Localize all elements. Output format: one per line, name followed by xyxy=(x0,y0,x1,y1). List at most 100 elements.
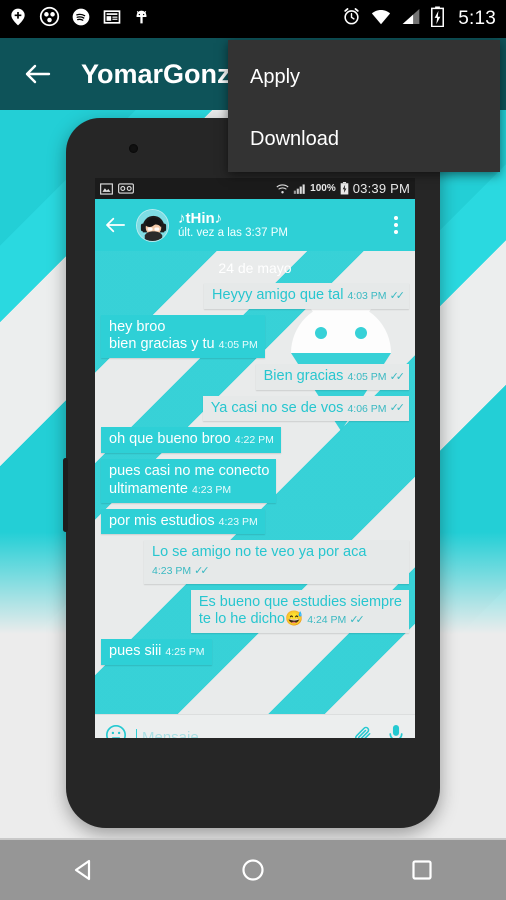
message-text: por mis estudios xyxy=(109,512,215,529)
preview-input-bar: Mensaje xyxy=(95,714,415,738)
message-meta: 4:24 PM ✓✓ xyxy=(307,613,365,627)
microphone-icon[interactable] xyxy=(387,724,405,738)
preview-overflow-button[interactable] xyxy=(389,216,407,234)
overflow-menu[interactable]: Apply Download xyxy=(228,40,500,172)
phone-camera-dot xyxy=(129,144,138,153)
menu-item-apply[interactable]: Apply xyxy=(228,46,500,108)
android-bug-icon xyxy=(133,7,150,32)
preview-contact-name: ♪tHin♪ xyxy=(178,209,223,227)
message-bubble[interactable]: Bien gracias 4:05 PM ✓✓ xyxy=(255,364,409,390)
message-time: 4:23 PM xyxy=(192,483,232,496)
message-meta: 4:23 PM xyxy=(192,484,231,497)
message-meta: 4:22 PM xyxy=(235,434,274,447)
avatar[interactable] xyxy=(136,208,169,242)
message-text: pues siii xyxy=(109,642,162,659)
message-bubble[interactable]: por mis estudios 4:23 PM xyxy=(101,508,265,535)
cellular-signal-icon xyxy=(293,183,305,194)
battery-charging-icon xyxy=(430,6,445,32)
battery-charging-icon xyxy=(340,182,349,195)
message-time: 4:06 PM xyxy=(347,402,387,415)
phone-mockup: 100% 03:39 PM ♪tHin♪ últ. vez a las 3:37… xyxy=(63,118,440,828)
message-meta: 4:23 PM ✓✓ xyxy=(152,564,210,578)
preview-battery-percent: 100% xyxy=(310,183,336,194)
preview-clock: 03:39 PM xyxy=(352,181,410,196)
system-icons: 5:13 xyxy=(342,6,496,32)
phone-screen: 100% 03:39 PM ♪tHin♪ últ. vez a las 3:37… xyxy=(95,178,415,738)
os-status-bar: 5:13 xyxy=(0,0,506,38)
wifi-icon xyxy=(276,183,289,193)
message-meta: 4:25 PM xyxy=(165,646,204,659)
preview-status-left-icons xyxy=(100,182,134,195)
preview-status-bar: 100% 03:39 PM xyxy=(95,178,415,199)
message-row[interactable]: Heyyy amigo que tal 4:03 PM ✓✓ xyxy=(101,283,409,309)
message-bubble[interactable]: Es bueno que estudies siempre te lo he d… xyxy=(190,589,409,633)
nav-back-button[interactable] xyxy=(62,848,106,892)
read-receipt-ticks-icon: ✓✓ xyxy=(389,370,406,383)
soccer-ball-icon xyxy=(39,6,60,32)
message-text: Ya casi no se de vos xyxy=(210,399,344,416)
menu-item-download[interactable]: Download xyxy=(228,108,500,170)
message-time: 4:03 PM xyxy=(347,290,387,302)
message-meta: 4:05 PM ✓✓ xyxy=(347,370,406,384)
message-bubble[interactable]: oh que bueno broo 4:22 PM xyxy=(101,427,281,454)
arrow-left-icon xyxy=(25,64,51,84)
spotify-icon xyxy=(71,7,91,32)
message-row[interactable]: Lo se amigo no te veo ya por aca 4:23 PM… xyxy=(101,540,409,584)
wifi-icon xyxy=(370,7,392,31)
message-bubble[interactable]: Heyyy amigo que tal 4:03 PM ✓✓ xyxy=(204,283,409,309)
message-time: 4:23 PM xyxy=(152,564,192,577)
message-bubble[interactable]: pues siii 4:25 PM xyxy=(101,638,212,665)
message-row[interactable]: Ya casi no se de vos 4:06 PM ✓✓ xyxy=(101,395,409,422)
nav-home-circle-icon xyxy=(242,859,264,881)
read-receipt-ticks-icon: ✓✓ xyxy=(349,613,365,626)
message-time: 4:24 PM xyxy=(307,614,347,627)
message-input[interactable]: Mensaje xyxy=(136,728,344,738)
message-meta: 4:05 PM xyxy=(219,339,258,352)
status-bar-clock: 5:13 xyxy=(458,8,496,29)
message-time: 4:05 PM xyxy=(347,371,387,384)
preview-contact-info: ♪tHin♪ últ. vez a las 3:37 PM xyxy=(178,210,288,240)
message-text: Heyyy amigo que tal xyxy=(212,287,344,303)
message-text: Bien gracias xyxy=(263,368,344,385)
message-bubble[interactable]: hey broo bien gracias y tu 4:05 PM xyxy=(101,314,265,359)
message-row[interactable]: pues casi no me conecto ultimamente 4:23… xyxy=(101,459,409,503)
preview-status-right: 100% 03:39 PM xyxy=(276,181,410,196)
preview-chat-area: 24 de mayo Heyyy amigo que tal 4:03 PM ✓✓… xyxy=(95,251,415,714)
alarm-clock-icon xyxy=(342,7,361,31)
input-bar-actions xyxy=(353,724,405,738)
message-bubble[interactable]: Ya casi no se de vos 4:06 PM ✓✓ xyxy=(202,395,409,422)
emoji-smiley-icon[interactable] xyxy=(105,724,127,738)
message-time: 4:22 PM xyxy=(234,434,274,447)
read-receipt-ticks-icon: ✓✓ xyxy=(389,402,406,415)
message-text: hey broo bien gracias y tu xyxy=(109,318,215,353)
read-receipt-ticks-icon: ✓✓ xyxy=(389,289,406,302)
message-row[interactable]: por mis estudios 4:23 PM xyxy=(101,508,409,535)
message-row[interactable]: Es bueno que estudies siempre te lo he d… xyxy=(101,589,409,633)
message-row[interactable]: oh que bueno broo 4:22 PM xyxy=(101,427,409,454)
message-text: Lo se amigo no te veo ya por aca xyxy=(152,544,367,561)
message-meta: 4:03 PM ✓✓ xyxy=(347,289,406,303)
message-bubble[interactable]: Lo se amigo no te veo ya por aca 4:23 PM… xyxy=(144,540,409,584)
nav-recents-square-icon xyxy=(412,860,432,880)
message-bubble[interactable]: pues casi no me conecto ultimamente 4:23… xyxy=(101,459,277,503)
message-row[interactable]: pues siii 4:25 PM xyxy=(101,638,409,665)
back-button[interactable] xyxy=(18,54,58,94)
message-meta: 4:23 PM xyxy=(219,516,258,529)
preview-contact-status: últ. vez a las 3:37 PM xyxy=(178,227,288,240)
arrow-left-icon xyxy=(106,217,126,233)
message-text: oh que bueno broo xyxy=(109,431,231,448)
read-receipt-ticks-icon: ✓✓ xyxy=(194,564,210,577)
nav-recents-button[interactable] xyxy=(400,848,444,892)
theme-preview-stage: 100% 03:39 PM ♪tHin♪ últ. vez a las 3:37… xyxy=(0,110,506,838)
nav-home-button[interactable] xyxy=(231,848,275,892)
preview-back-button[interactable] xyxy=(103,216,129,234)
messages-container: Heyyy amigo que tal 4:03 PM ✓✓ hey broo bi… xyxy=(101,283,409,665)
nav-back-triangle-icon xyxy=(75,859,91,881)
message-row[interactable]: hey broo bien gracias y tu 4:05 PM xyxy=(101,314,409,359)
paperclip-icon[interactable] xyxy=(353,725,373,738)
preview-chat-header: ♪tHin♪ últ. vez a las 3:37 PM xyxy=(95,199,415,251)
news-layout-icon xyxy=(102,7,122,32)
message-row[interactable]: Bien gracias 4:05 PM ✓✓ xyxy=(101,364,409,390)
android-nav-bar xyxy=(0,838,506,900)
message-meta: 4:06 PM ✓✓ xyxy=(347,402,406,415)
